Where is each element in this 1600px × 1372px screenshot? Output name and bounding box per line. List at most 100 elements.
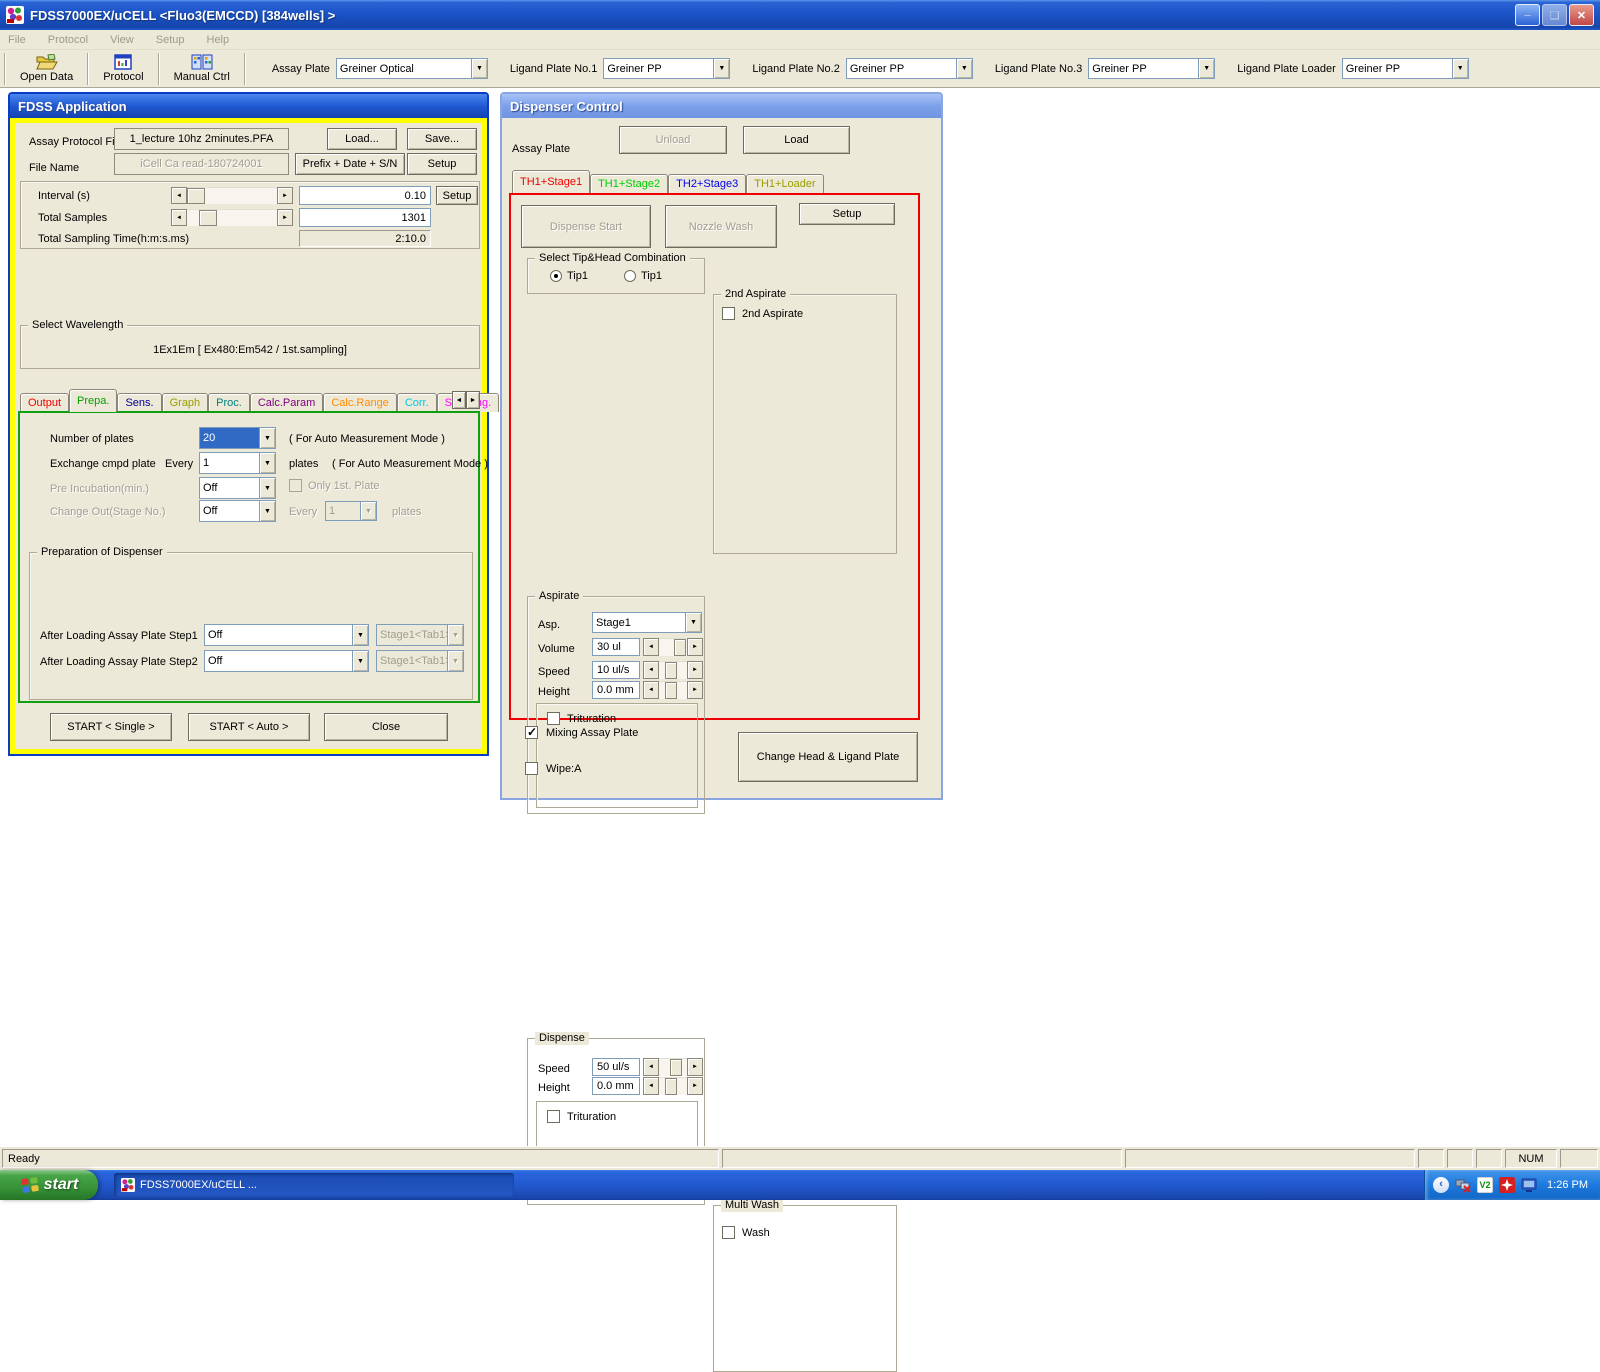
dispense-height-scrollbar[interactable]: [643, 1077, 703, 1095]
dropdown-arrow-icon[interactable]: [352, 625, 368, 645]
scroll-right-icon[interactable]: [687, 638, 703, 656]
interval-setup-button[interactable]: Setup: [436, 186, 478, 205]
v2-status-icon[interactable]: V2: [1477, 1177, 1494, 1193]
ligand-plate-3-combo[interactable]: Greiner PP: [1088, 58, 1216, 79]
protocol-button[interactable]: Protocol: [95, 52, 151, 86]
maximize-button[interactable]: [1542, 4, 1567, 26]
scroll-left-icon[interactable]: [643, 1077, 659, 1095]
mixing-assay-plate-row[interactable]: Mixing Assay Plate: [525, 725, 638, 739]
red-utility-icon[interactable]: [1499, 1177, 1516, 1193]
tab-prepa[interactable]: Prepa.: [69, 389, 118, 412]
after-loading-step2-combo[interactable]: Off: [204, 650, 369, 672]
aspirate-trituration-row[interactable]: Trituration: [547, 712, 616, 725]
aspirate-speed-input[interactable]: 10 ul/s: [592, 661, 640, 679]
after-loading-step1-combo[interactable]: Off: [204, 624, 369, 646]
wipe-row[interactable]: Wipe:A: [525, 762, 581, 775]
dispenser-setup-button[interactable]: Setup: [799, 203, 895, 225]
scroll-right-icon[interactable]: [687, 1058, 703, 1076]
tab-scroll-left-button[interactable]: [452, 391, 466, 409]
tab-graph[interactable]: Graph: [161, 393, 209, 412]
second-aspirate-row[interactable]: 2nd Aspirate: [722, 307, 803, 320]
dropdown-arrow-icon[interactable]: [685, 613, 701, 632]
interval-input[interactable]: 0.10: [299, 186, 431, 205]
taskbar-task-button[interactable]: FDSS7000EX/uCELL ...: [114, 1173, 514, 1197]
aspirate-speed-thumb[interactable]: [665, 662, 678, 679]
tab-calc-range[interactable]: Calc.Range: [323, 393, 397, 412]
tip2-radio[interactable]: [624, 270, 636, 282]
tip2-radio-row[interactable]: Tip1: [624, 270, 662, 282]
dispenser-load-button[interactable]: Load: [743, 126, 850, 154]
dispense-trituration-checkbox[interactable]: [547, 1110, 560, 1123]
dispense-height-thumb[interactable]: [665, 1078, 678, 1095]
interval-scroll-thumb[interactable]: [187, 188, 205, 204]
dispense-speed-scrollbar[interactable]: [643, 1058, 703, 1076]
tab-corr[interactable]: Corr.: [396, 393, 437, 412]
wash-checkbox[interactable]: [722, 1226, 735, 1239]
tab-scroll-right-button[interactable]: [466, 391, 480, 409]
tab-output[interactable]: Output: [20, 393, 70, 412]
start-auto-button[interactable]: START < Auto >: [188, 713, 310, 741]
load-button[interactable]: Load...: [327, 128, 397, 150]
aspirate-height-scrollbar[interactable]: [643, 681, 703, 699]
tab-sens[interactable]: Sens.: [117, 393, 162, 412]
ligand-plate-loader-combo[interactable]: Greiner PP: [1341, 58, 1469, 79]
tab-proc[interactable]: Proc.: [208, 393, 250, 412]
dispenser-title-bar[interactable]: Dispenser Control: [502, 94, 941, 118]
scroll-right-icon[interactable]: [277, 209, 293, 226]
scroll-left-icon[interactable]: [643, 661, 659, 679]
wash-row[interactable]: Wash: [722, 1226, 770, 1239]
dispense-speed-thumb[interactable]: [670, 1059, 683, 1076]
aspirate-volume-thumb[interactable]: [674, 639, 687, 656]
close-dialog-button[interactable]: Close: [324, 713, 448, 741]
total-samples-scroll-thumb[interactable]: [199, 210, 217, 226]
minimize-button[interactable]: [1515, 4, 1540, 26]
aspirate-height-input[interactable]: 0.0 mm: [592, 681, 640, 699]
filename-setup-button[interactable]: Setup: [407, 153, 477, 175]
tab-th1-stage1[interactable]: TH1+Stage1: [512, 170, 591, 193]
fdss-title-bar[interactable]: FDSS Application: [10, 94, 487, 118]
pre-incubation-combo[interactable]: Off: [199, 477, 276, 499]
ligand-plate-1-combo[interactable]: Greiner PP: [603, 58, 731, 79]
change-head-ligand-plate-button[interactable]: Change Head & Ligand Plate: [738, 732, 918, 782]
tab-th2-stage3[interactable]: TH2+Stage3: [668, 174, 747, 193]
scroll-left-icon[interactable]: [171, 209, 187, 226]
dropdown-arrow-icon[interactable]: [259, 428, 275, 448]
dropdown-arrow-icon[interactable]: [470, 59, 487, 78]
hidden-icons-chevron[interactable]: [1433, 1177, 1450, 1193]
dropdown-arrow-icon[interactable]: [1198, 59, 1215, 78]
scroll-right-icon[interactable]: [277, 187, 293, 204]
assay-plate-combo[interactable]: Greiner Optical: [335, 58, 488, 79]
total-samples-input[interactable]: 1301: [299, 208, 431, 227]
total-samples-scrollbar[interactable]: [171, 209, 293, 226]
aspirate-speed-scrollbar[interactable]: [643, 661, 703, 679]
dropdown-arrow-icon[interactable]: [259, 453, 275, 473]
scroll-left-icon[interactable]: [171, 187, 187, 204]
second-aspirate-checkbox[interactable]: [722, 307, 735, 320]
ligand-plate-2-combo[interactable]: Greiner PP: [845, 58, 973, 79]
dropdown-arrow-icon[interactable]: [713, 59, 730, 78]
mixing-assay-plate-checkbox[interactable]: [525, 725, 538, 739]
exchange-cmpd-combo[interactable]: 1: [199, 452, 276, 474]
scroll-right-icon[interactable]: [687, 661, 703, 679]
start-single-button[interactable]: START < Single >: [50, 713, 172, 741]
dropdown-arrow-icon[interactable]: [259, 478, 275, 498]
scroll-right-icon[interactable]: [687, 1077, 703, 1095]
tip1-radio-row[interactable]: Tip1: [550, 270, 588, 282]
tab-th1-loader[interactable]: TH1+Loader: [746, 174, 824, 193]
dropdown-arrow-icon[interactable]: [352, 651, 368, 671]
dropdown-arrow-icon[interactable]: [1451, 59, 1468, 78]
open-data-button[interactable]: Open Data: [12, 52, 81, 86]
tab-calc-param[interactable]: Calc.Param: [249, 393, 324, 412]
scroll-left-icon[interactable]: [643, 681, 659, 699]
tip1-radio[interactable]: [550, 270, 562, 282]
interval-scrollbar[interactable]: [171, 187, 293, 204]
aspirate-volume-input[interactable]: 30 ul: [592, 638, 640, 656]
tab-th1-stage2[interactable]: TH1+Stage2: [590, 174, 669, 193]
save-button[interactable]: Save...: [407, 128, 477, 150]
start-button[interactable]: start: [0, 1170, 98, 1200]
scroll-left-icon[interactable]: [643, 638, 659, 656]
dropdown-arrow-icon[interactable]: [955, 59, 972, 78]
aspirate-trituration-checkbox[interactable]: [547, 712, 560, 725]
aspirate-height-thumb[interactable]: [665, 682, 678, 699]
scroll-left-icon[interactable]: [643, 1058, 659, 1076]
